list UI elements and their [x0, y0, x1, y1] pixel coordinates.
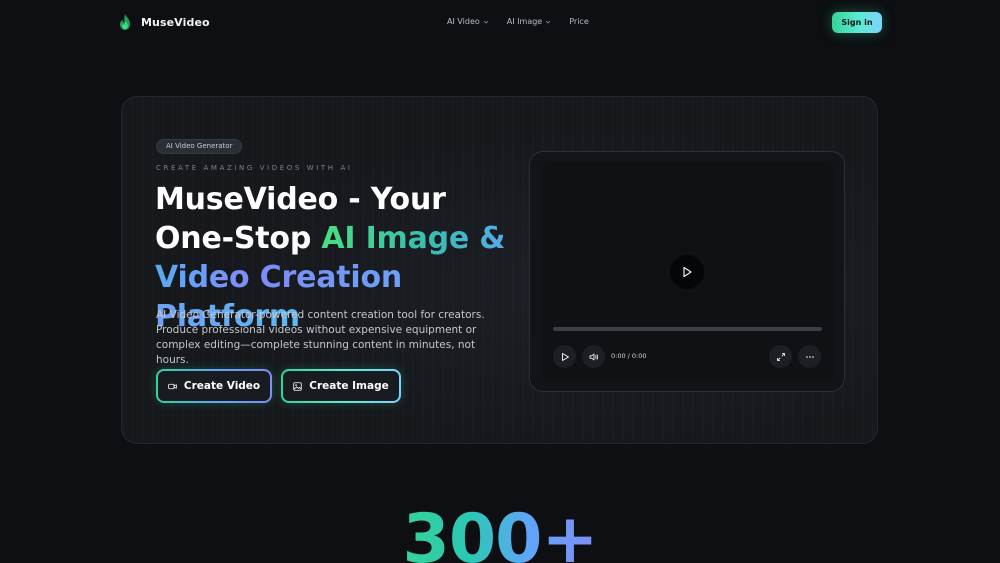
create-image-button[interactable]: Create Image: [281, 369, 401, 403]
create-image-label: Create Image: [309, 380, 389, 392]
play-button[interactable]: [553, 345, 576, 368]
volume-button[interactable]: [582, 345, 605, 368]
brand-name: MuseVideo: [141, 15, 210, 29]
brand-logo[interactable]: MuseVideo: [117, 13, 210, 31]
hero-description: AI Video Generator-powered content creat…: [156, 309, 485, 366]
hero-eyebrow: CREATE AMAZING VIDEOS WITH AI: [156, 164, 353, 172]
play-icon: [683, 266, 692, 278]
chevron-down-icon: [483, 20, 489, 24]
fullscreen-button[interactable]: [769, 345, 792, 368]
top-nav: MuseVideo AI Video AI Image Price Sign i…: [0, 0, 1000, 44]
play-overlay-button[interactable]: [670, 255, 704, 289]
more-icon: [805, 355, 814, 358]
nav-item-label: AI Video: [447, 17, 480, 26]
nav-item-price[interactable]: Price: [569, 17, 589, 26]
create-video-button[interactable]: Create Video: [156, 369, 272, 403]
nav-item-label: AI Image: [506, 17, 543, 26]
fullscreen-icon: [776, 352, 785, 361]
nav-item-ai-video[interactable]: AI Video: [447, 17, 489, 26]
video-camera-icon: [168, 383, 177, 389]
image-icon: [293, 381, 302, 391]
stat-counter: 300+: [0, 500, 1000, 563]
chevron-down-icon: [545, 20, 551, 24]
stat-value: 300+: [403, 500, 599, 563]
create-video-label: Create Video: [183, 380, 261, 392]
more-options-button[interactable]: [798, 345, 821, 368]
nav-links: AI Video AI Image Price: [447, 17, 589, 26]
video-player-frame: 0:00 / 0:00: [529, 151, 845, 392]
video-time: 0:00 / 0:00: [611, 352, 647, 360]
flame-icon: [120, 14, 130, 30]
video-player[interactable]: 0:00 / 0:00: [541, 162, 834, 381]
nav-item-label: Price: [569, 17, 589, 26]
sign-in-button[interactable]: Sign in: [832, 12, 882, 33]
hero-card: AI Video Generator CREATE AMAZING VIDEOS…: [121, 96, 878, 444]
volume-icon: [589, 353, 598, 360]
nav-item-ai-image[interactable]: AI Image: [507, 17, 551, 26]
play-icon: [561, 352, 569, 361]
hero-badge: AI Video Generator: [156, 139, 243, 154]
video-progress-bar[interactable]: [553, 327, 822, 331]
